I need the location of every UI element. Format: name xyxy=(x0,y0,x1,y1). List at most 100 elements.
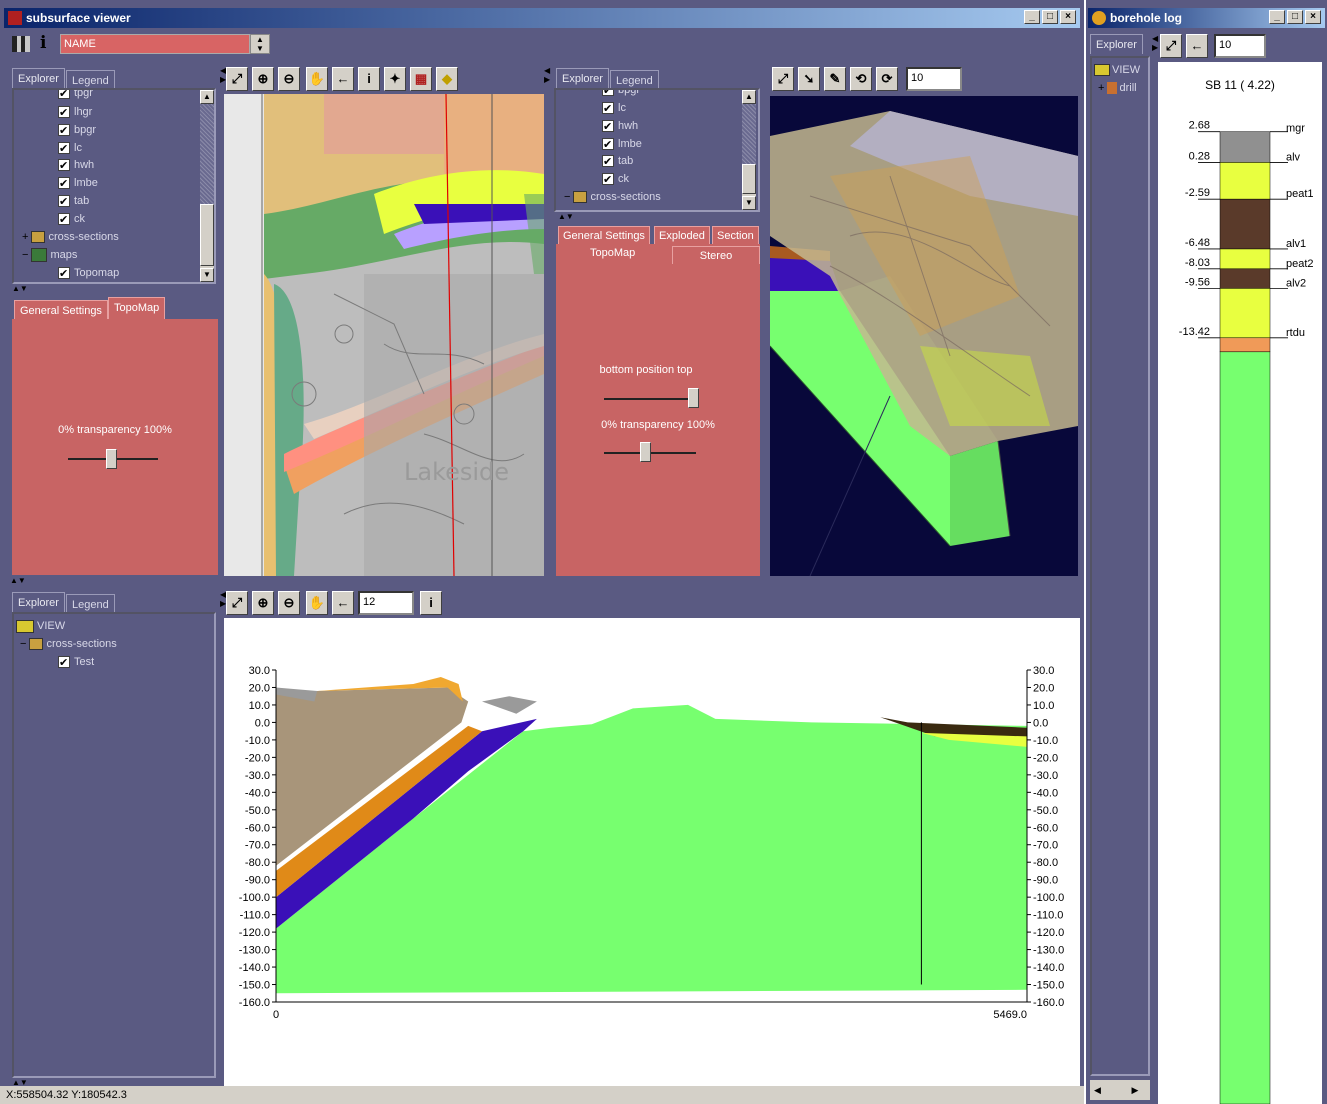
zoom-out-button[interactable]: ⊖ xyxy=(278,591,300,615)
tree-item-tab[interactable]: tab xyxy=(602,153,633,170)
info-button[interactable]: i xyxy=(420,591,442,615)
tab-topomap[interactable]: TopoMap xyxy=(108,297,166,320)
add-point-button[interactable]: ✦ xyxy=(384,67,406,91)
name-field[interactable]: NAME xyxy=(60,34,250,54)
tab-explorer[interactable]: Explorer xyxy=(556,68,609,88)
tab-section[interactable]: Section xyxy=(712,226,759,244)
splitter-arrows[interactable]: ▲▼ xyxy=(558,212,574,221)
zoom-extent-button[interactable]: ⤢ xyxy=(772,67,794,91)
tree-item-view[interactable]: VIEW xyxy=(1094,62,1140,79)
tree-scrollbar[interactable]: ▲ ▼ xyxy=(742,90,756,210)
tab-general-settings[interactable]: General Settings xyxy=(558,226,650,244)
minimize-button[interactable]: _ xyxy=(1024,10,1040,24)
tab-topomap[interactable]: TopoMap xyxy=(586,244,640,262)
borehole-zoom-field[interactable]: 10 xyxy=(1214,34,1266,58)
tree-item-lmbe[interactable]: lmbe xyxy=(58,175,98,192)
section-zoom-field[interactable]: 12 xyxy=(358,591,414,615)
horizontal-splitter[interactable]: ▲▼ xyxy=(10,576,1080,588)
borehole-hscroll[interactable]: ◀ ▶ xyxy=(1090,1080,1150,1100)
scroll-thumb[interactable] xyxy=(200,204,214,266)
checkbox[interactable] xyxy=(58,157,70,174)
collapse-handle[interactable]: ◀ ▶ xyxy=(544,66,550,84)
name-spinner[interactable]: ▲ ▼ xyxy=(250,34,270,54)
minimize-button[interactable]: _ xyxy=(1269,10,1285,24)
tree-item-tab[interactable]: tab xyxy=(58,193,89,210)
back-arrow-button[interactable]: ← xyxy=(1186,34,1208,58)
checkbox[interactable] xyxy=(602,171,614,188)
tree-item-ck[interactable]: ck xyxy=(602,171,629,188)
position-slider-track[interactable] xyxy=(604,398,696,400)
collapse-icon[interactable]: − xyxy=(22,249,31,261)
legend-button[interactable]: ▦ xyxy=(410,67,432,91)
tree-item-lmbe[interactable]: lmbe xyxy=(602,136,642,153)
tab-legend[interactable]: Legend xyxy=(66,594,115,614)
cross-section-view[interactable]: 30.0 20.0 10.0 0.0 -10.0 -20.0 -30.0 -40.0 -50.0… xyxy=(224,618,1080,1086)
tree-item-drill[interactable]: + drill xyxy=(1098,80,1137,97)
position-slider-thumb[interactable] xyxy=(688,388,699,408)
tab-stereo[interactable]: Stereo xyxy=(672,246,760,264)
tree-item-cross-sections[interactable]: − cross-sections xyxy=(564,189,661,206)
tree-item-test[interactable]: Test xyxy=(58,654,94,671)
scroll-down-button[interactable]: ▼ xyxy=(742,196,756,210)
checkbox[interactable] xyxy=(602,90,614,99)
view-3d[interactable] xyxy=(770,96,1078,576)
transparency-slider-thumb[interactable] xyxy=(640,442,651,462)
pan-hand-button[interactable]: ✋ xyxy=(306,67,328,91)
maximize-button[interactable]: □ xyxy=(1287,10,1303,24)
tree-item-cross-sections[interactable]: + cross-sections xyxy=(22,229,119,246)
maximize-button[interactable]: □ xyxy=(1042,10,1058,24)
rotate-left-button[interactable]: ⟲ xyxy=(850,67,872,91)
collapse-icon[interactable]: − xyxy=(20,638,29,650)
checkbox[interactable] xyxy=(58,654,70,671)
checkbox[interactable] xyxy=(58,175,70,192)
transparency-slider-thumb[interactable] xyxy=(106,449,117,469)
tree-item-topomap[interactable]: Topomap xyxy=(58,265,119,282)
checkbox[interactable] xyxy=(58,265,70,282)
checkbox[interactable] xyxy=(602,136,614,153)
tab-explorer[interactable]: Explorer xyxy=(12,592,65,612)
collapse-icon[interactable]: − xyxy=(564,191,573,203)
checkbox[interactable] xyxy=(602,100,614,117)
back-arrow-button[interactable]: ← xyxy=(332,67,354,91)
pick-button[interactable]: ✎ xyxy=(824,67,846,91)
checkbox[interactable] xyxy=(58,140,70,157)
scroll-track[interactable] xyxy=(200,104,214,204)
tab-legend[interactable]: Legend xyxy=(610,70,659,90)
scroll-down-button[interactable]: ▼ xyxy=(200,268,214,282)
checkbox[interactable] xyxy=(58,122,70,139)
rotate-right-button[interactable]: ⟳ xyxy=(876,67,898,91)
tree-item-tpgr[interactable]: tpgr xyxy=(58,90,93,102)
zoom-extent-button[interactable]: ⤢ xyxy=(226,67,248,91)
collapse-handle[interactable]: ◀ ▶ xyxy=(1152,34,1158,52)
scroll-right-button[interactable]: ▶ xyxy=(1131,1085,1138,1095)
checkbox[interactable] xyxy=(58,90,70,102)
expand-icon[interactable]: + xyxy=(1098,82,1107,94)
tab-legend[interactable]: Legend xyxy=(66,70,115,90)
tree-item-maps[interactable]: − maps xyxy=(22,247,77,264)
scroll-up-button[interactable]: ▲ xyxy=(742,90,756,104)
tab-explorer[interactable]: Explorer xyxy=(12,68,65,88)
scroll-thumb[interactable] xyxy=(742,164,756,194)
tree-item-hwh[interactable]: hwh xyxy=(58,157,94,174)
tab-general-settings[interactable]: General Settings xyxy=(14,300,108,320)
checkbox[interactable] xyxy=(58,193,70,210)
expand-icon[interactable]: + xyxy=(22,231,31,243)
back-arrow-button[interactable]: ← xyxy=(332,591,354,615)
layers-icon[interactable] xyxy=(12,36,30,52)
info-icon[interactable]: i xyxy=(40,33,46,53)
scroll-left-button[interactable]: ◀ xyxy=(1094,1085,1101,1095)
zoom-extent-button[interactable]: ⤢ xyxy=(1160,34,1182,58)
tab-exploded[interactable]: Exploded xyxy=(654,226,710,244)
zoom-in-button[interactable]: ⊕ xyxy=(252,591,274,615)
pointer-button[interactable]: ➘ xyxy=(798,67,820,91)
map-view[interactable]: Lakeside xyxy=(224,94,544,576)
tree-item-ck[interactable]: ck xyxy=(58,211,85,228)
scroll-track[interactable] xyxy=(742,104,756,164)
tree-item-bpgr[interactable]: bpgr xyxy=(58,122,96,139)
checkbox[interactable] xyxy=(602,153,614,170)
checkbox[interactable] xyxy=(602,118,614,135)
tree-item-lc[interactable]: lc xyxy=(58,140,82,157)
pan-hand-button[interactable]: ✋ xyxy=(306,591,328,615)
tree-item-lc[interactable]: lc xyxy=(602,100,626,117)
palette-button[interactable]: ◆ xyxy=(436,67,458,91)
